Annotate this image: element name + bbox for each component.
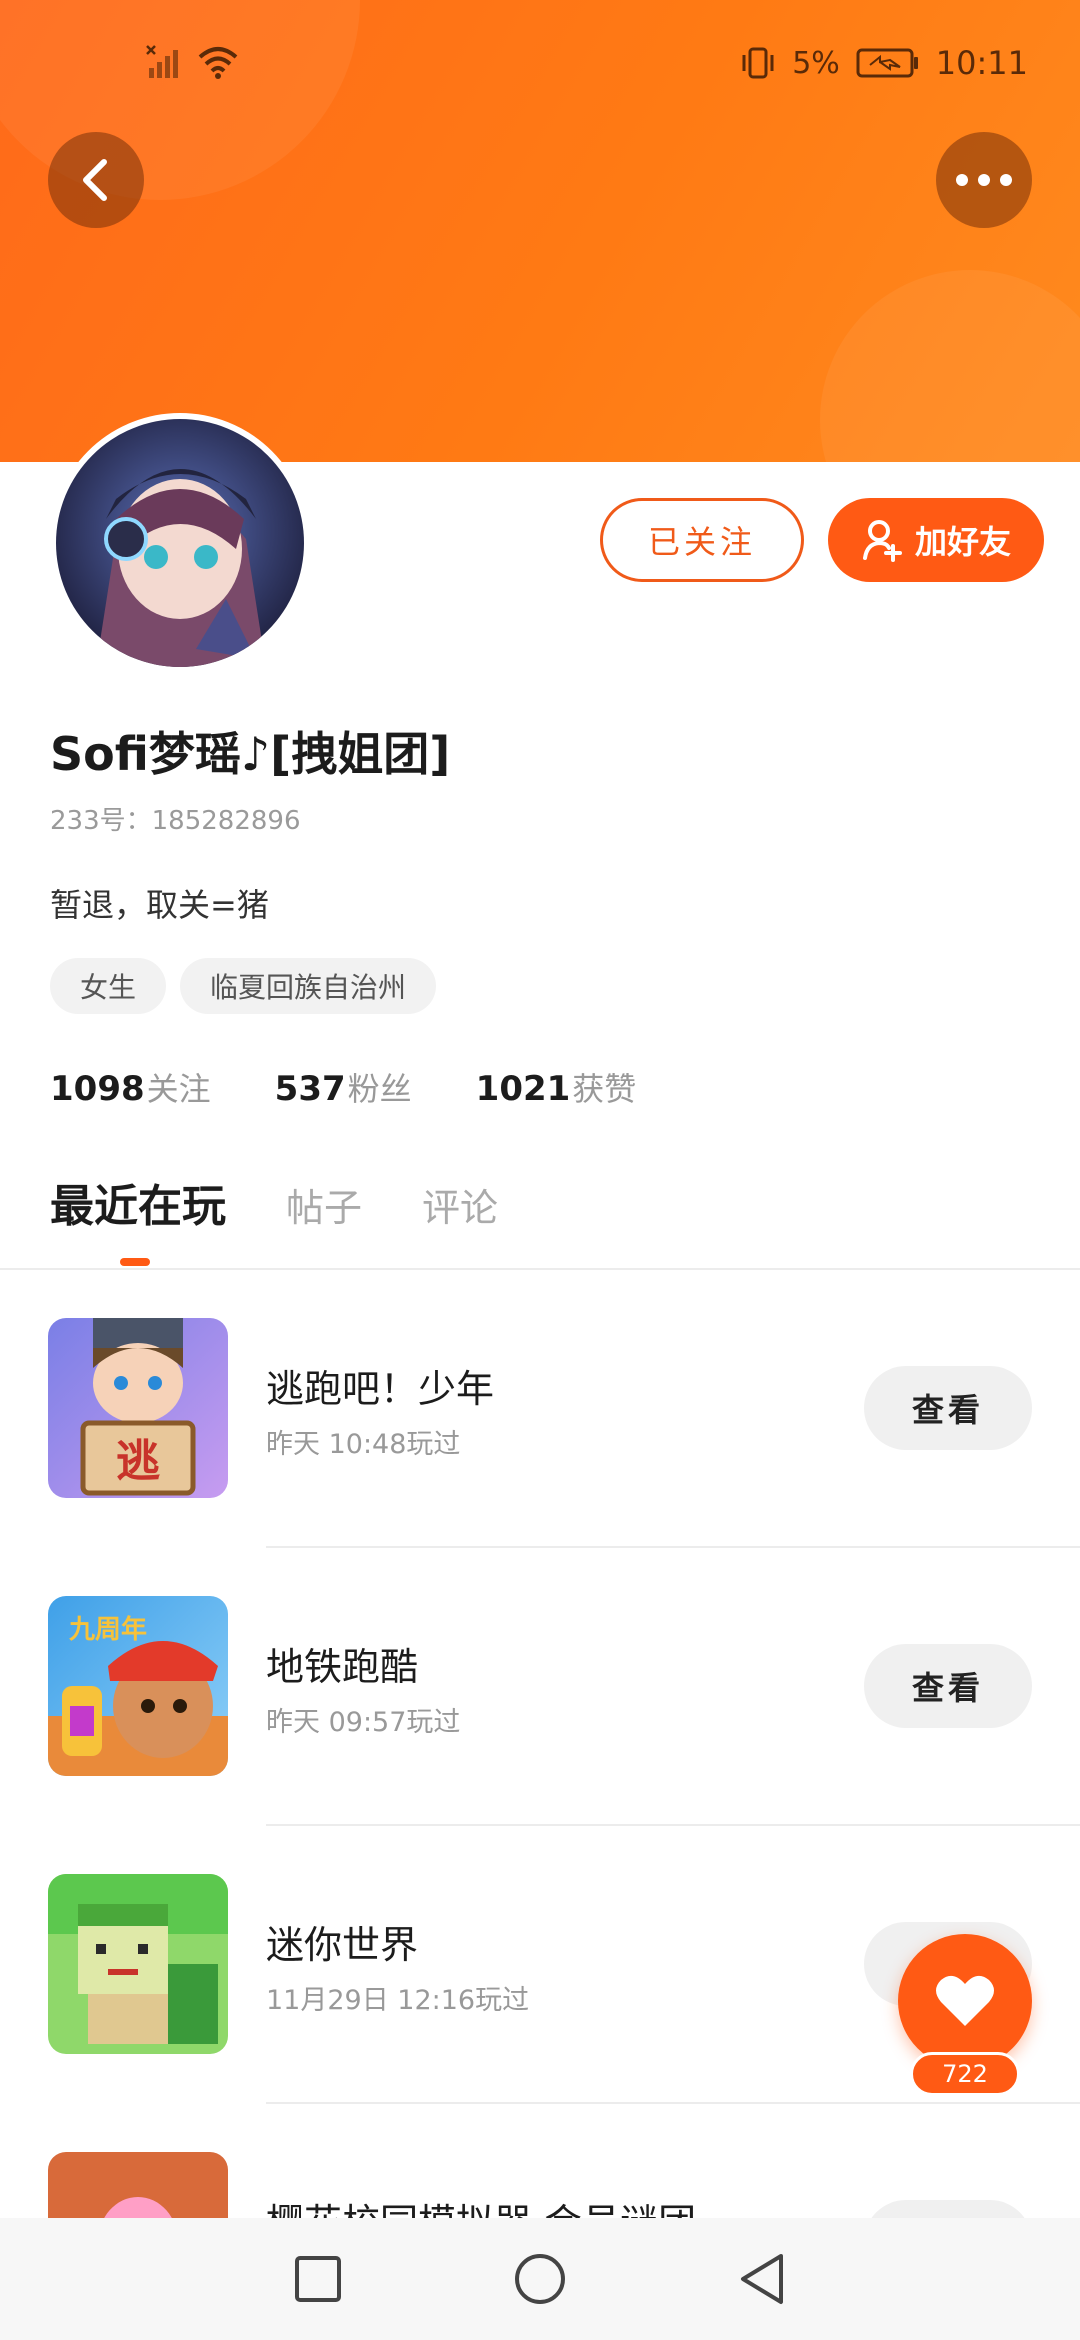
status-bar: 5% 10:11 bbox=[0, 0, 1080, 130]
like-count-badge: 722 bbox=[910, 2052, 1020, 2096]
add-user-icon bbox=[862, 520, 902, 562]
wifi-icon bbox=[198, 47, 238, 79]
tab-comments[interactable]: 评论 bbox=[422, 1177, 498, 1232]
view-button[interactable]: 查看 bbox=[864, 1644, 1032, 1728]
bio: 暂退，取关=猪 bbox=[50, 886, 269, 924]
more-dots-icon bbox=[956, 174, 1012, 186]
stat-followers[interactable]: 537粉丝 bbox=[275, 1064, 412, 1110]
stat-following[interactable]: 1098关注 bbox=[50, 1064, 211, 1110]
game-list: 逃 逃跑吧！少年 昨天 10:48玩过 查看 九周年 地铁跑酷 昨天 09:57… bbox=[0, 1270, 1080, 2340]
add-friend-button[interactable]: 加好友 bbox=[828, 498, 1044, 582]
game-title: 逃跑吧！少年 bbox=[266, 1367, 495, 1411]
avatar[interactable] bbox=[50, 413, 310, 673]
stat-num: 1098 bbox=[50, 1069, 145, 1109]
game-played-time: 11月29日 12:16玩过 bbox=[266, 1985, 530, 2016]
user-id: 233号：185282896 bbox=[50, 806, 301, 836]
game-icon-label: 逃 bbox=[116, 1436, 160, 1487]
game-title: 迷你世界 bbox=[266, 1923, 419, 1967]
game-played-time: 昨天 09:57玩过 bbox=[266, 1707, 461, 1738]
battery-charging-icon bbox=[856, 48, 918, 78]
tag-gender: 女生 bbox=[50, 958, 167, 1014]
battery-percent: 5% bbox=[792, 45, 840, 81]
back-nav-icon[interactable] bbox=[737, 2252, 787, 2306]
game-icon: 逃 bbox=[48, 1318, 228, 1498]
game-title: 地铁跑酷 bbox=[266, 1645, 419, 1689]
stat-label: 粉丝 bbox=[347, 1070, 412, 1108]
active-tab-indicator bbox=[120, 1258, 150, 1266]
tab-posts[interactable]: 帖子 bbox=[286, 1177, 362, 1232]
stat-num: 1021 bbox=[475, 1069, 571, 1109]
add-friend-label: 加好友 bbox=[914, 523, 1011, 561]
profile-tabs: 最近在玩 帖子 评论 bbox=[50, 1170, 498, 1234]
status-right: 5% 10:11 bbox=[740, 44, 1028, 82]
back-button[interactable] bbox=[48, 132, 144, 228]
list-item[interactable]: 九周年 地铁跑酷 昨天 09:57玩过 查看 bbox=[0, 1548, 1080, 1826]
list-item[interactable]: 逃 逃跑吧！少年 昨天 10:48玩过 查看 bbox=[0, 1270, 1080, 1548]
profile-tags: 女生 临夏回族自治州 bbox=[50, 958, 437, 1014]
home-icon[interactable] bbox=[513, 2252, 567, 2306]
game-icon: 九周年 bbox=[48, 1596, 228, 1776]
vibrate-icon bbox=[742, 47, 774, 79]
status-time: 10:11 bbox=[935, 44, 1028, 82]
avatar-image bbox=[56, 419, 304, 667]
like-button[interactable] bbox=[898, 1934, 1032, 2068]
game-played-time: 昨天 10:48玩过 bbox=[266, 1429, 461, 1460]
status-left bbox=[145, 44, 239, 80]
chevron-left-icon bbox=[83, 159, 107, 201]
stat-label: 关注 bbox=[146, 1070, 211, 1108]
profile-stats: 1098关注 537粉丝 1021获赞 bbox=[50, 1064, 636, 1110]
view-button[interactable]: 查看 bbox=[864, 1366, 1032, 1450]
tab-recent-played[interactable]: 最近在玩 bbox=[50, 1170, 226, 1234]
stat-num: 537 bbox=[274, 1069, 346, 1109]
stat-label: 获赞 bbox=[572, 1070, 637, 1108]
recent-apps-icon[interactable] bbox=[293, 2254, 343, 2304]
followed-button[interactable]: 已关注 bbox=[600, 498, 804, 582]
stat-likes: 1021获赞 bbox=[476, 1064, 637, 1110]
username: Sofi梦瑶♪[拽姐团] bbox=[50, 727, 451, 781]
game-icon-label: 九周年 bbox=[68, 1614, 147, 1645]
no-signal-icon bbox=[146, 45, 178, 78]
system-nav-bar bbox=[0, 2218, 1080, 2340]
more-button[interactable] bbox=[936, 132, 1032, 228]
tag-location: 临夏回族自治州 bbox=[180, 958, 437, 1014]
game-icon bbox=[48, 1874, 228, 2054]
banner-decoration bbox=[820, 270, 1080, 462]
heart-icon bbox=[936, 1975, 994, 2026]
